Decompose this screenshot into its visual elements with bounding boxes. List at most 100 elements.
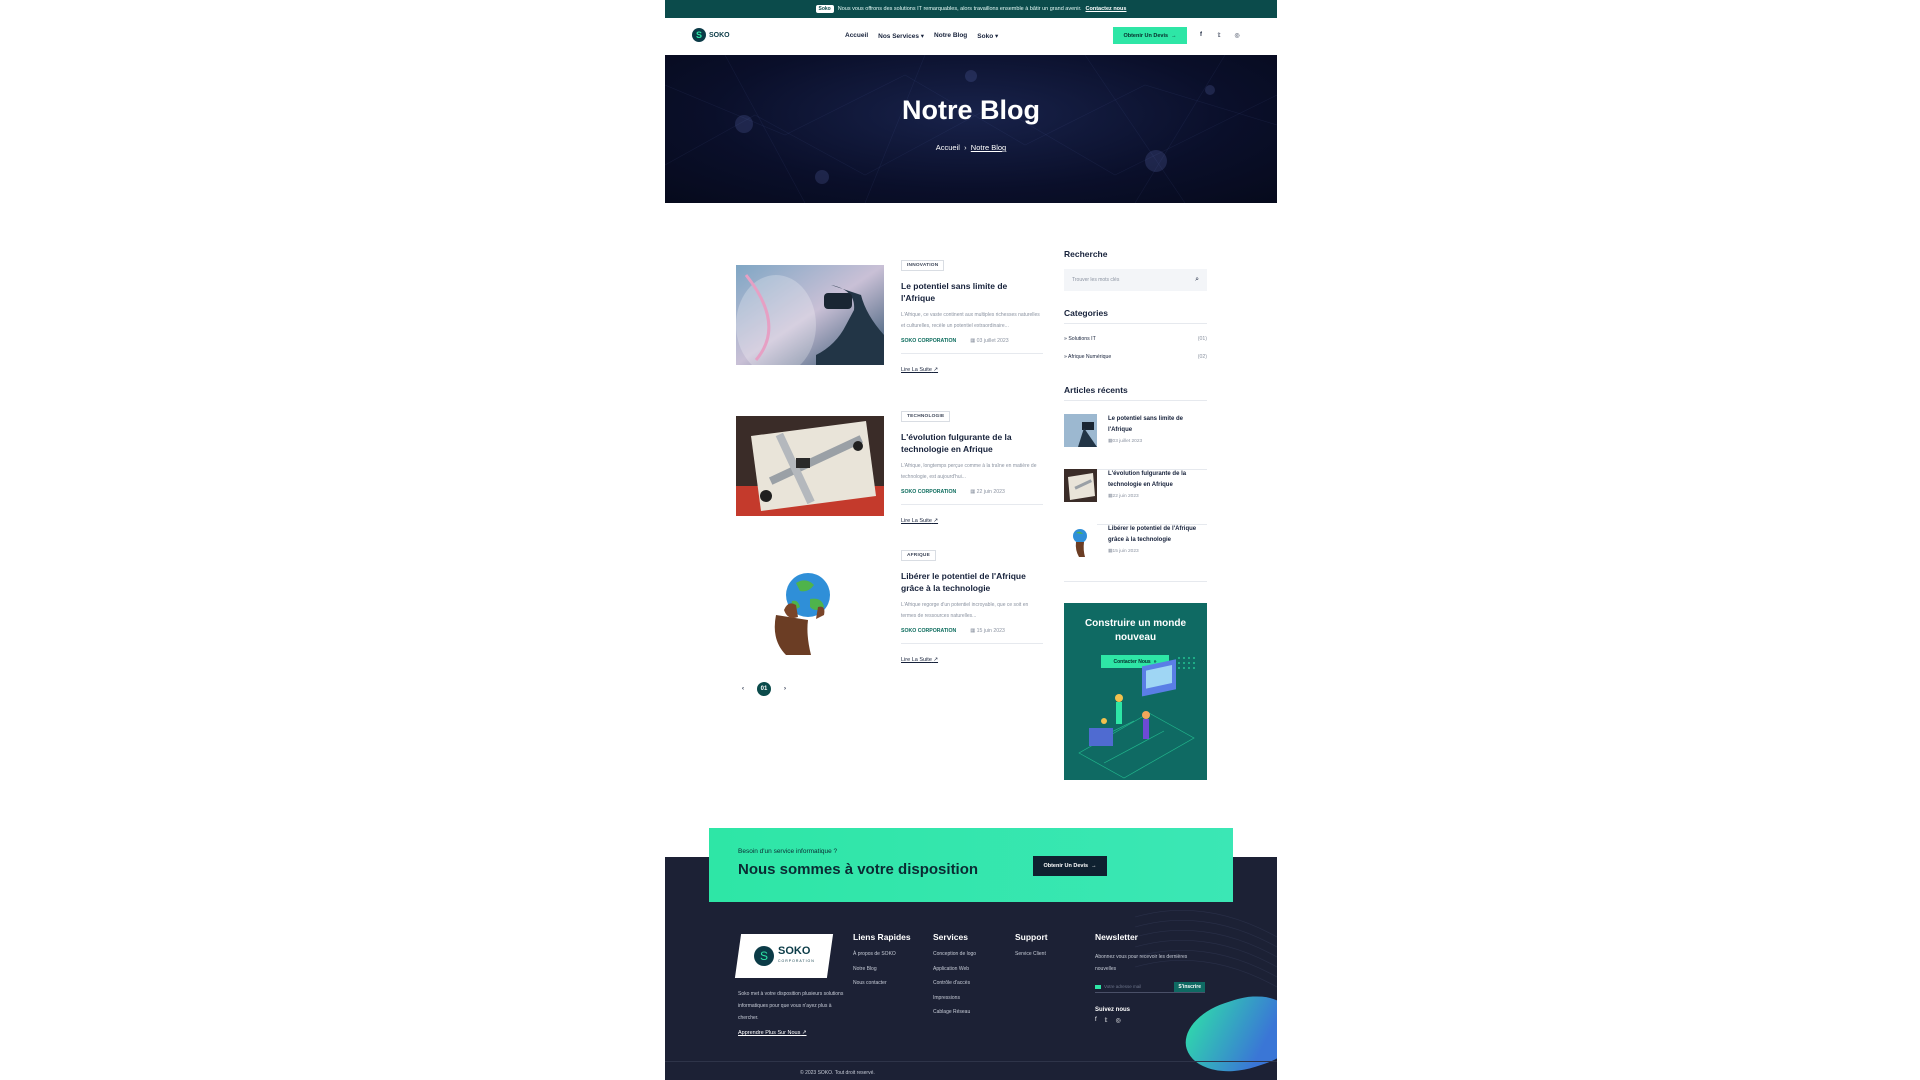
announcement-bar: Soko Nous vous offrons des solutions IT … <box>665 0 1277 18</box>
post-author[interactable]: SOKO CORPORATION <box>901 628 956 634</box>
twitter-icon[interactable]: 𝕥 <box>1105 1017 1108 1024</box>
post-date-text: 03 juillet 2023 <box>976 338 1009 344</box>
post-image[interactable] <box>736 265 884 365</box>
post-image[interactable] <box>736 555 884 655</box>
footer-link[interactable]: Contrôle d'accès <box>933 980 976 995</box>
search-input[interactable]: Trouver les mots clés ⌕ <box>1064 269 1207 291</box>
category-item[interactable]: » Solutions IT (01) <box>1064 330 1207 348</box>
calendar-icon: ▦ <box>970 628 976 634</box>
recent-post-title: Le potentiel sans limite de l'Afrique ▦0… <box>1108 414 1207 447</box>
footer-description: Soko met à votre disposition plusieurs s… <box>738 991 844 1021</box>
post-author[interactable]: SOKO CORPORATION <box>901 489 956 495</box>
facebook-icon[interactable]: f <box>1095 1017 1097 1024</box>
sidebar-search-section: Recherche <box>1064 249 1207 259</box>
categories-title: Categories <box>1064 308 1108 318</box>
arrow-right-icon: → <box>1171 32 1177 39</box>
post-date: ▦ 15 juin 2023 <box>970 628 1005 634</box>
learn-more-link[interactable]: Apprendre Plus Sur Nous ↗ <box>738 1030 807 1036</box>
services-title: Services <box>933 932 968 942</box>
contact-link[interactable]: Contactez nous <box>1086 6 1127 12</box>
post-date: ▦ 22 juin 2023 <box>970 489 1005 495</box>
subscribe-button[interactable]: S'inscrire <box>1174 981 1205 992</box>
prev-page-button[interactable]: ‹ <box>736 682 750 696</box>
learn-more-label: Apprendre Plus Sur Nous <box>738 1030 801 1036</box>
newsletter-email-field[interactable]: Votre adresse mail S'inscrire <box>1095 981 1205 993</box>
recent-post-title-text: L'évolution fulgurante de la technologie… <box>1108 471 1187 488</box>
post-date-text: 22 juin 2023 <box>976 489 1005 495</box>
site-header: S SOKO Accueil Nos Services ▾ Notre Blog… <box>665 18 1277 55</box>
footer-link[interactable]: Service Client <box>1015 951 1048 966</box>
recent-post-title-text: Libérer le potentiel de l'Afrique grâce … <box>1108 526 1197 543</box>
twitter-icon[interactable]: 𝕥 <box>1213 29 1225 41</box>
recent-post[interactable]: Libérer le potentiel de l'Afrique grâce … <box>1064 524 1207 582</box>
quick-links-title: Liens Rapides <box>853 932 911 942</box>
read-more-link[interactable]: Lire La Suite ↗ <box>901 518 938 524</box>
envelope-icon <box>1095 984 1101 989</box>
chevron-down-icon: ▾ <box>920 33 925 40</box>
footer-link[interactable]: Nous contacter <box>853 980 911 995</box>
page: Soko Nous vous offrons des solutions IT … <box>665 0 1277 1080</box>
footer-link[interactable]: Notre Blog <box>853 966 911 981</box>
post-excerpt: L'Afrique, longtemps perçue comme à la t… <box>901 463 1037 480</box>
arrow-up-right-icon: ↗ <box>801 1030 807 1036</box>
recent-post-date-text: 03 juillet 2023 <box>1112 439 1143 444</box>
footer-link[interactable]: Cablage Réseau <box>933 1009 976 1024</box>
recent-post[interactable]: Le potentiel sans limite de l'Afrique ▦0… <box>1064 414 1207 470</box>
quote-button[interactable]: Obtenir Un Devis → <box>1113 27 1187 44</box>
cta-quote-button[interactable]: Obtenir Un Devis → <box>1033 856 1107 876</box>
post-image[interactable] <box>736 416 884 516</box>
nav-item-services[interactable]: Nos Services ▾ <box>878 32 924 40</box>
arrow-right-icon: → <box>1091 863 1097 869</box>
footer-services: Services Conception de logo Application … <box>933 932 976 1024</box>
category-item[interactable]: » Afrique Numérique (02) <box>1064 348 1207 366</box>
hero-bokeh <box>1205 85 1215 95</box>
recent-title: Articles récents <box>1064 385 1128 395</box>
footer-logo[interactable]: S SOKO CORPORATION <box>734 934 834 978</box>
next-page-button[interactable]: › <box>778 682 792 696</box>
post-title[interactable]: Libérer le potentiel de l'Afrique grâce … <box>901 570 1043 594</box>
post-title[interactable]: Le potentiel sans limite de l'Afrique <box>901 280 1043 304</box>
footer-link[interactable]: Conception de logo <box>933 951 976 966</box>
newsletter-text: Abonnez vous pour recevoir les dernières… <box>1095 954 1188 972</box>
category-name: Solutions IT <box>1068 336 1096 342</box>
recent-post-date: ▦15 juin 2023 <box>1108 549 1139 554</box>
post-tag[interactable]: AFRIQUE <box>901 550 936 561</box>
footer-link[interactable]: Application Web <box>933 966 976 981</box>
hero-bokeh <box>1145 150 1167 172</box>
recent-thumb <box>1064 469 1097 502</box>
footer-link[interactable]: À propos de SOKO <box>853 951 911 966</box>
nav-item-accueil[interactable]: Accueil <box>845 32 868 40</box>
read-more-link[interactable]: Lire La Suite ↗ <box>901 367 938 373</box>
nav-item-soko[interactable]: Soko ▾ <box>977 32 998 40</box>
chevron-down-icon: ▾ <box>995 33 999 40</box>
recent-thumb <box>1064 414 1097 447</box>
follow-title: Suivez nous <box>1095 1007 1131 1013</box>
read-more-link[interactable]: Lire La Suite ↗ <box>901 657 938 663</box>
sidebar-categories: Categories » Solutions IT (01) » Afrique… <box>1064 308 1207 366</box>
divider <box>1064 323 1207 324</box>
post-title[interactable]: L'évolution fulgurante de la technologie… <box>901 431 1043 455</box>
post-author[interactable]: SOKO CORPORATION <box>901 338 956 344</box>
recent-post[interactable]: L'évolution fulgurante de la technologie… <box>1064 469 1207 525</box>
breadcrumb-home[interactable]: Accueil <box>936 143 960 152</box>
newsletter-title: Newsletter <box>1095 932 1138 942</box>
calendar-icon: ▦ <box>970 489 976 495</box>
footer-logo-text: SOKO CORPORATION <box>777 945 815 966</box>
post-tag[interactable]: TECHNOLOGIE <box>901 411 951 422</box>
post-date: ▦ 03 juillet 2023 <box>970 338 1008 344</box>
facebook-icon[interactable]: f <box>1195 29 1207 41</box>
search-placeholder: Trouver les mots clés <box>1072 277 1120 283</box>
recent-post-title: Libérer le potentiel de l'Afrique grâce … <box>1108 524 1207 557</box>
footer-link[interactable]: Impressions <box>933 995 976 1010</box>
search-icon[interactable]: ⌕ <box>1195 276 1199 284</box>
instagram-icon[interactable]: ◎ <box>1115 1017 1120 1024</box>
cta-eyebrow: Besoin d'un service informatique ? <box>738 848 838 855</box>
site-logo[interactable]: S SOKO <box>692 28 730 42</box>
post-tag[interactable]: INNOVATION <box>901 260 945 271</box>
footer-brand-sub: CORPORATION <box>777 959 815 963</box>
nav-item-blog[interactable]: Notre Blog <box>934 32 967 40</box>
page-button-current[interactable]: 01 <box>757 682 771 696</box>
category-name: Afrique Numérique <box>1068 354 1112 360</box>
arrow-up-right-icon: ↗ <box>933 518 939 524</box>
instagram-icon[interactable]: ◎ <box>1231 29 1243 41</box>
